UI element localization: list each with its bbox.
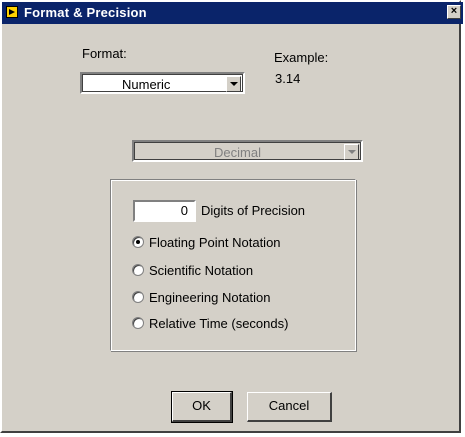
format-dropdown[interactable]: Numeric — [80, 72, 245, 94]
title-bar[interactable]: Format & Precision × — [2, 2, 463, 24]
digits-of-precision-input[interactable]: 0 — [133, 200, 196, 222]
radio-button[interactable] — [132, 236, 144, 248]
radio-label: Engineering Notation — [149, 290, 271, 305]
close-icon: × — [450, 5, 458, 17]
chevron-down-icon[interactable] — [344, 144, 359, 160]
base-selected-value: Decimal — [214, 145, 261, 160]
cancel-button[interactable]: Cancel — [247, 392, 332, 422]
app-icon — [6, 6, 18, 18]
window-title: Format & Precision — [24, 5, 147, 20]
format-selected-value: Numeric — [122, 77, 171, 92]
dialog-window: Format & Precision × Format: Numeric Exa… — [0, 0, 463, 433]
format-label: Format: — [82, 46, 127, 61]
close-button[interactable]: × — [447, 5, 461, 19]
example-value: 3.14 — [275, 71, 301, 86]
radio-button[interactable] — [132, 291, 144, 303]
radio-label: Floating Point Notation — [149, 235, 281, 250]
radio-label: Relative Time (seconds) — [149, 316, 289, 331]
digits-of-precision-label: Digits of Precision — [201, 203, 306, 218]
base-dropdown[interactable]: Decimal — [132, 140, 363, 162]
radio-button[interactable] — [132, 264, 144, 276]
radio-label: Scientific Notation — [149, 263, 254, 278]
chevron-down-icon[interactable] — [226, 76, 241, 92]
ok-button[interactable]: OK — [171, 391, 233, 423]
radio-button[interactable] — [132, 317, 144, 329]
example-label: Example: — [274, 50, 329, 65]
